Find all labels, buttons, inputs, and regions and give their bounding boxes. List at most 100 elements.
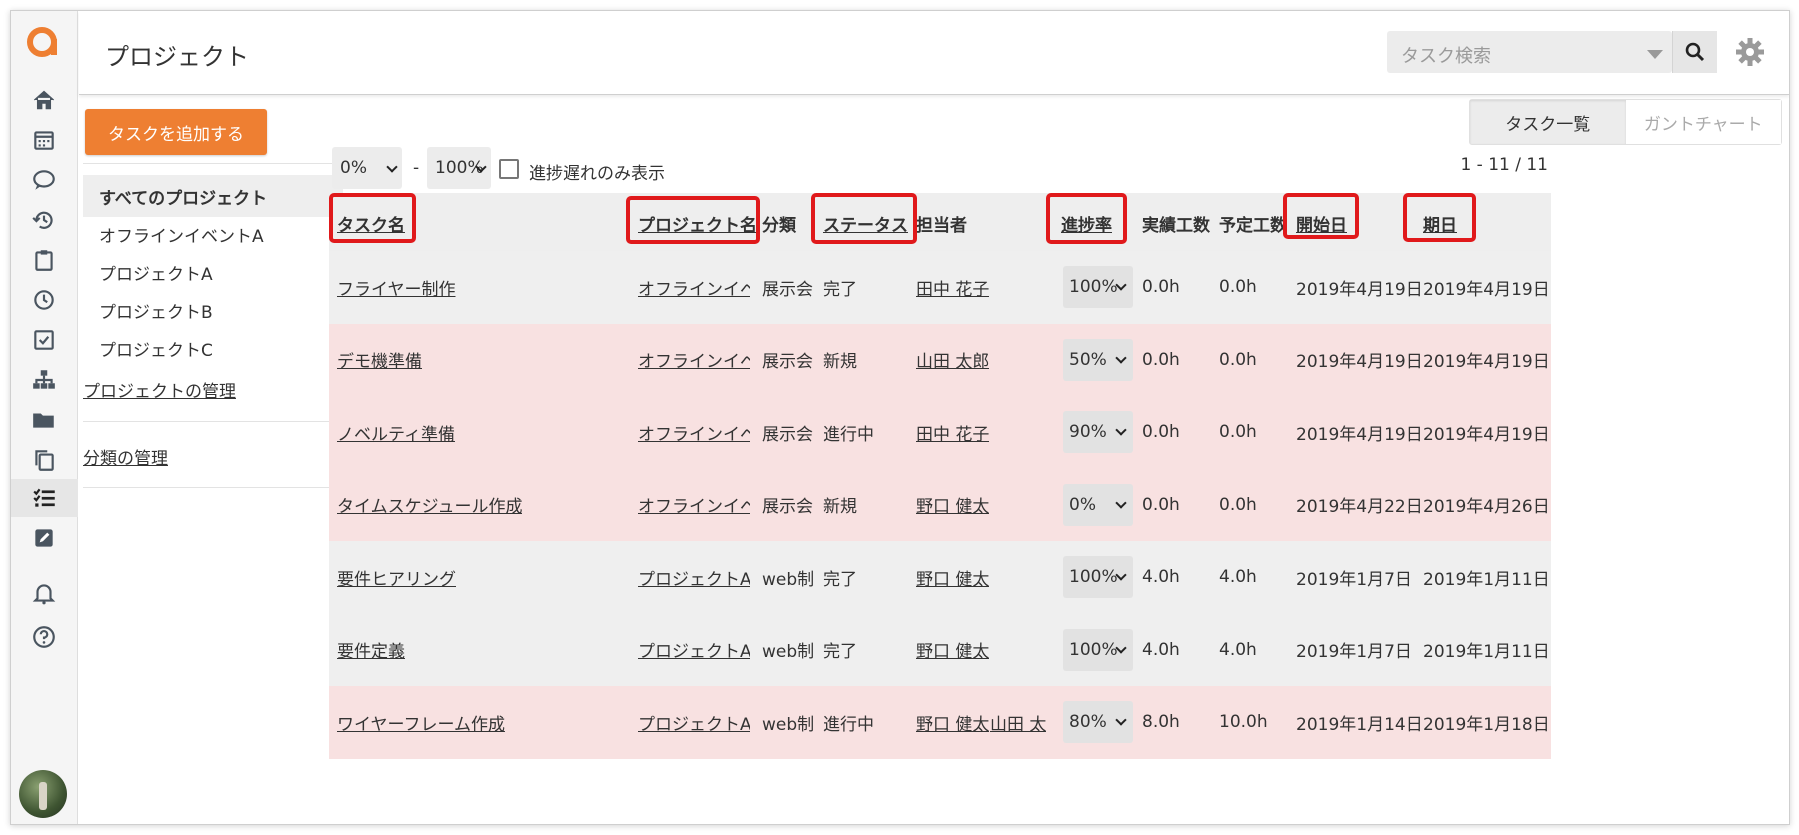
due-date-cell: 2019年1月11日 (1423, 569, 1550, 590)
sidebar-item-edit[interactable] (25, 519, 63, 557)
add-task-button[interactable]: タスクを追加する (85, 109, 267, 155)
project-item[interactable]: プロジェクトB (83, 289, 343, 331)
chevron-down-icon (1115, 424, 1127, 436)
sidebar-item-help[interactable] (25, 618, 63, 656)
progress-from-select[interactable]: 0% (332, 147, 402, 189)
manage-categories-link[interactable]: 分類の管理 (83, 444, 168, 469)
status-cell: 新規 (823, 497, 857, 518)
project-name-link[interactable]: オフラインイベ (638, 251, 750, 324)
start-date-cell: 2019年4月19日 (1296, 424, 1423, 445)
sidebar-item-checkbox[interactable] (25, 321, 63, 359)
highlight-box (1403, 193, 1476, 242)
progress-value: 80% (1069, 712, 1107, 732)
panel-divider (83, 163, 343, 164)
page-title: プロジェクト (105, 43, 249, 71)
assignee-link[interactable]: 野口 健太 (916, 469, 989, 542)
start-date-cell: 2019年1月7日 (1296, 569, 1412, 590)
progress-select[interactable]: 100% (1063, 266, 1133, 308)
checkbox-icon (34, 330, 54, 350)
start-date-cell: 2019年1月14日 (1296, 714, 1423, 735)
planned-hours-cell: 4.0h (1219, 567, 1257, 588)
assignee-link[interactable]: 田中 花子 (916, 251, 989, 324)
sidebar-item-home[interactable] (25, 81, 63, 119)
assignee-link[interactable]: 山田 太 (990, 686, 1046, 759)
table-row: フライヤー制作 オフラインイベ 展示会 完了 田中 花子 100% 0.0h 0.0h 2019… (329, 251, 1551, 324)
category-cell: web制 (762, 714, 815, 735)
due-date-cell: 2019年4月26日 (1423, 497, 1550, 518)
bell-icon (32, 584, 56, 605)
task-name-link[interactable]: デモ機準備 (337, 324, 422, 397)
project-item[interactable]: プロジェクトC (83, 327, 343, 369)
project-name-link[interactable]: プロジェクトA (638, 614, 750, 687)
task-name-link[interactable]: タイムスケジュール作成 (337, 469, 522, 542)
task-name-link[interactable]: ワイヤーフレーム作成 (337, 686, 505, 759)
project-item-all[interactable]: すべてのプロジェクト (83, 175, 343, 217)
project-item[interactable]: プロジェクトA (83, 251, 343, 293)
task-name-link[interactable]: フライヤー制作 (337, 251, 456, 324)
panel-divider (83, 421, 343, 422)
highlight-box (1283, 193, 1359, 239)
home-icon (33, 90, 55, 110)
progress-select[interactable]: 0% (1063, 483, 1133, 526)
user-avatar[interactable] (19, 770, 67, 818)
assignee-link[interactable]: 野口 健太 (916, 614, 989, 687)
project-item[interactable]: オフラインイベントA (83, 213, 343, 255)
clock-icon (34, 290, 54, 310)
due-date-cell: 2019年4月19日 (1423, 279, 1550, 300)
sidebar-item-calendar[interactable] (25, 121, 63, 159)
project-name-link[interactable]: オフラインイベ (638, 396, 750, 469)
table-row: ノベルティ準備 オフラインイベ 展示会 進行中 田中 花子 90% 0.0h 0.0h 2019… (329, 396, 1551, 469)
tab-task-list[interactable]: タスク一覧 (1470, 100, 1626, 144)
task-search-input[interactable]: タスク検索 (1387, 31, 1672, 73)
project-name-link[interactable]: プロジェクトA (638, 541, 750, 614)
project-name-link[interactable]: オフラインイベ (638, 469, 750, 542)
progress-select[interactable]: 50% (1063, 338, 1133, 381)
actual-hours-cell: 0.0h (1142, 494, 1180, 515)
task-name-link[interactable]: 要件定義 (337, 614, 405, 687)
search-dropdown-icon[interactable] (1647, 50, 1663, 59)
task-name-link[interactable]: ノベルティ準備 (337, 396, 455, 469)
category-cell: 展示会 (762, 279, 813, 300)
sidebar-item-task-list[interactable] (11, 479, 78, 517)
assignee-link[interactable]: 野口 健太 (916, 686, 989, 759)
progress-select[interactable]: 100% (1063, 628, 1133, 671)
manage-projects-link[interactable]: プロジェクトの管理 (83, 377, 236, 402)
project-name-link[interactable]: オフラインイベ (638, 324, 750, 397)
tab-gantt-chart[interactable]: ガントチャート (1625, 100, 1781, 144)
planned-hours-cell: 0.0h (1219, 422, 1257, 443)
assignee-link[interactable]: 田中 花子 (916, 396, 989, 469)
sidebar-item-clipboard[interactable] (25, 241, 63, 279)
sidebar-item-clock[interactable] (25, 281, 63, 319)
sidebar-item-folder[interactable] (25, 401, 63, 439)
start-date-cell: 2019年4月22日 (1296, 497, 1423, 518)
progress-select[interactable]: 80% (1063, 701, 1133, 743)
progress-to-select[interactable]: 100% (427, 147, 491, 189)
progress-select[interactable]: 90% (1063, 411, 1133, 453)
project-name-link[interactable]: プロジェクトA (638, 686, 750, 759)
delay-only-label: 進捗遅れのみ表示 (529, 164, 665, 184)
view-toggle: タスク一覧 ガントチャート (1469, 99, 1782, 145)
sidebar-item-copy[interactable] (25, 441, 63, 479)
actual-hours-cell: 0.0h (1142, 349, 1180, 370)
help-icon (33, 626, 55, 648)
assignee-link[interactable]: 山田 太郎 (916, 324, 989, 397)
table-row: デモ機準備 オフラインイベ 展示会 新規 山田 太郎 50% 0.0h 0.0h 2019年4月… (329, 323, 1551, 397)
app-logo-icon[interactable] (25, 25, 61, 61)
sidebar-item-history[interactable] (25, 201, 63, 239)
table-row: 要件定義 プロジェクトA web制 完了 野口 健太 100% 4.0h 4.0h 2019年1… (329, 613, 1551, 687)
actual-hours-cell: 4.0h (1142, 567, 1180, 588)
assignee-link[interactable]: 野口 健太 (916, 541, 989, 614)
sidebar-item-bell[interactable] (25, 574, 63, 612)
search-button[interactable] (1672, 31, 1717, 73)
sidebar-item-org-chart[interactable] (25, 361, 63, 399)
task-name-link[interactable]: 要件ヒアリング (337, 541, 456, 614)
start-date-cell: 2019年1月7日 (1296, 642, 1412, 663)
category-cell: 展示会 (762, 352, 813, 373)
delay-only-checkbox[interactable] (499, 159, 519, 179)
highlight-box (1046, 193, 1127, 244)
org-chart-icon (33, 370, 55, 389)
chevron-down-icon (1115, 351, 1127, 364)
progress-select[interactable]: 100% (1063, 556, 1133, 598)
sidebar-item-chat[interactable] (25, 161, 63, 199)
gear-icon[interactable] (1735, 37, 1765, 67)
